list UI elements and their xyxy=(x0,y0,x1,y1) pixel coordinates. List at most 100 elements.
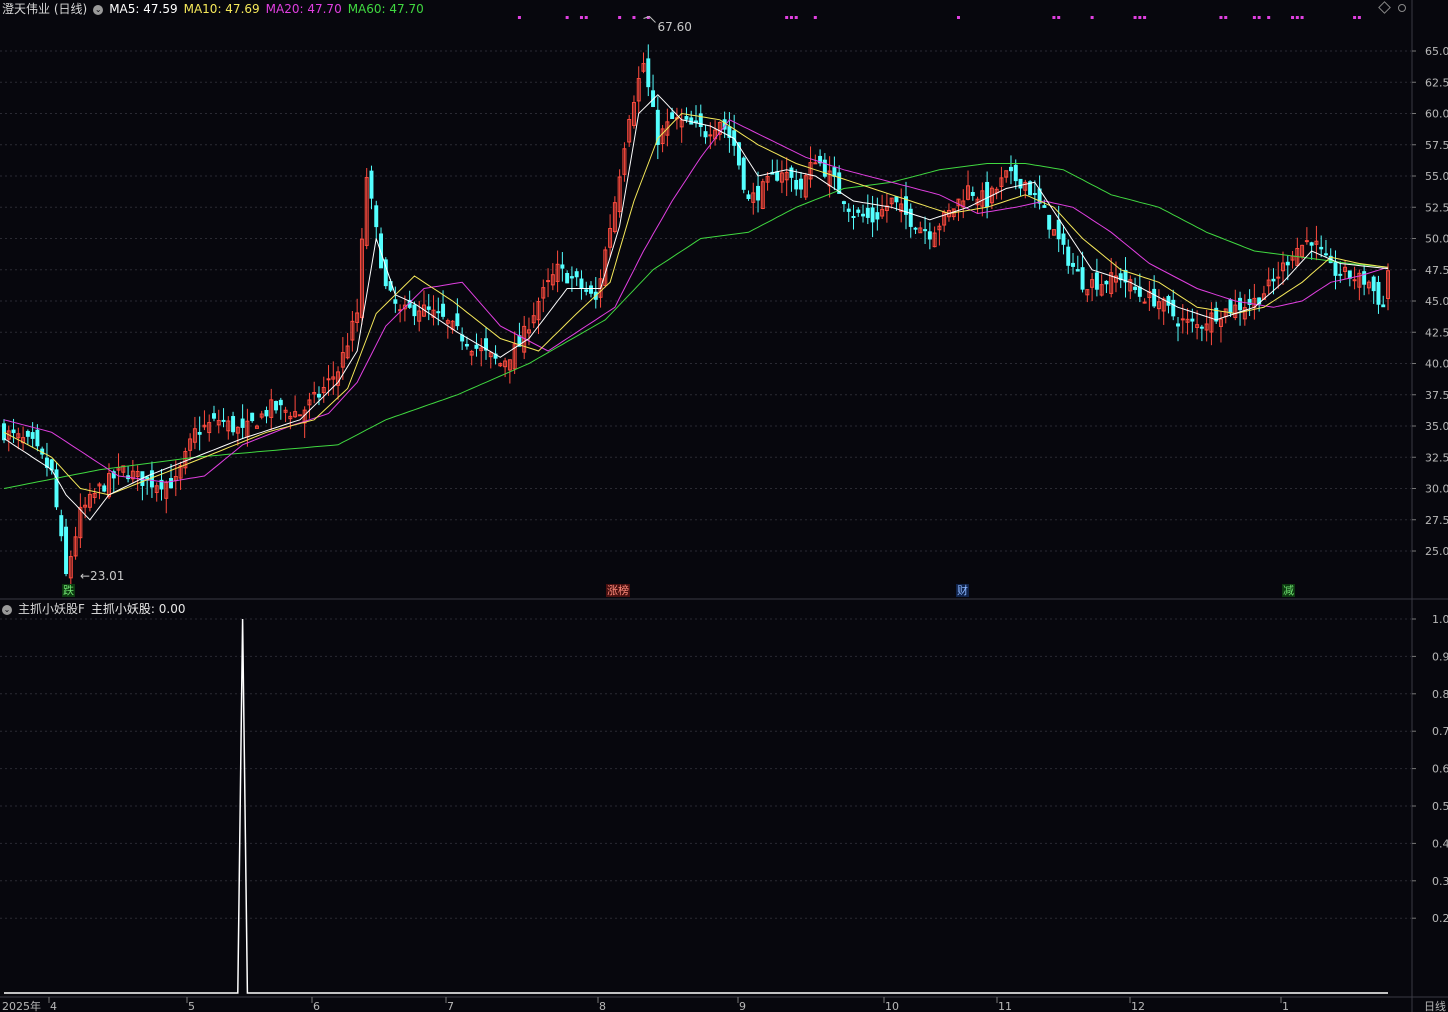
indicator-name[interactable]: 主抓小妖股F xyxy=(18,602,85,616)
candle-body[interactable] xyxy=(1323,253,1328,256)
candle-body[interactable] xyxy=(1094,272,1099,290)
candle-body[interactable] xyxy=(923,229,928,232)
candle-body[interactable] xyxy=(584,289,589,292)
candle-body[interactable] xyxy=(1075,269,1080,272)
candle-body[interactable] xyxy=(474,344,479,349)
candle-body[interactable] xyxy=(756,185,761,201)
candle-body[interactable] xyxy=(703,131,708,138)
candle-body[interactable] xyxy=(464,343,469,347)
candle-body[interactable] xyxy=(35,429,40,447)
candle-body[interactable] xyxy=(455,313,460,327)
candle-body[interactable] xyxy=(1285,261,1290,266)
candle-body[interactable] xyxy=(1276,276,1281,279)
candle-body[interactable] xyxy=(1080,267,1085,290)
circle-toggle-icon[interactable] xyxy=(1398,4,1406,12)
candle-body[interactable] xyxy=(875,212,880,220)
candle-body[interactable] xyxy=(822,159,827,177)
candle-body[interactable] xyxy=(393,299,398,304)
candle-body[interactable] xyxy=(970,191,975,196)
candle-body[interactable] xyxy=(589,285,593,294)
candle-body[interactable] xyxy=(11,429,16,434)
candle-body[interactable] xyxy=(870,207,875,223)
candle-body[interactable] xyxy=(25,430,30,437)
candle-body[interactable] xyxy=(670,112,675,120)
candle-body[interactable] xyxy=(441,303,446,317)
candle-body[interactable] xyxy=(197,431,202,435)
dropdown-icon[interactable]: ⌄ xyxy=(93,4,104,15)
candle-body[interactable] xyxy=(1066,246,1071,266)
candle-body[interactable] xyxy=(1171,299,1176,317)
candle-body[interactable] xyxy=(861,213,866,217)
event-marker-zhangbang[interactable]: 涨榜 xyxy=(606,584,630,597)
candle-body[interactable] xyxy=(1319,246,1324,250)
candle-body[interactable] xyxy=(369,170,374,199)
candle-body[interactable] xyxy=(59,515,64,537)
candle-body[interactable] xyxy=(412,304,417,317)
candle-body[interactable] xyxy=(574,271,579,278)
candle-body[interactable] xyxy=(102,485,107,492)
candle-body[interactable] xyxy=(1032,193,1037,196)
candle-body[interactable] xyxy=(1152,288,1157,307)
candle-body[interactable] xyxy=(64,526,69,575)
candle-body[interactable] xyxy=(316,393,321,398)
candle-body[interactable] xyxy=(1190,318,1195,322)
candle-body[interactable] xyxy=(1376,281,1381,305)
candle-body[interactable] xyxy=(841,201,846,205)
candle-body[interactable] xyxy=(212,413,216,419)
candle-body[interactable] xyxy=(985,181,990,208)
candle-body[interactable] xyxy=(1381,304,1386,308)
candle-body[interactable] xyxy=(708,134,713,137)
candle-body[interactable] xyxy=(374,205,379,228)
candle-body[interactable] xyxy=(169,478,174,489)
candle-body[interactable] xyxy=(1271,278,1276,282)
stock-chart-canvas[interactable]: 65.0 62.5 60.0 57.5 55.0 52.5 50.0 47.5 45.0 42.5… xyxy=(0,0,1448,1012)
candle-body[interactable] xyxy=(1061,233,1066,245)
candle-body[interactable] xyxy=(436,311,441,314)
candle-body[interactable] xyxy=(231,416,236,433)
candle-body[interactable] xyxy=(30,432,35,439)
candle-body[interactable] xyxy=(1228,299,1233,314)
candle-body[interactable] xyxy=(794,179,799,190)
candle-body[interactable] xyxy=(1176,323,1180,327)
candle-body[interactable] xyxy=(1018,178,1023,189)
candle-body[interactable] xyxy=(1304,240,1309,243)
candle-body[interactable] xyxy=(569,276,574,279)
candle-body[interactable] xyxy=(546,280,551,283)
candle-body[interactable] xyxy=(221,419,226,422)
event-marker-cai[interactable]: 财 xyxy=(956,584,969,597)
candle-body[interactable] xyxy=(579,278,584,289)
candle-body[interactable] xyxy=(1199,326,1204,329)
indicator-dropdown-icon[interactable]: ⌄ xyxy=(2,604,12,615)
candle-body[interactable] xyxy=(278,399,283,406)
candle-body[interactable] xyxy=(1371,276,1376,292)
candle-body[interactable] xyxy=(851,215,856,218)
candle-body[interactable] xyxy=(1071,262,1076,267)
candle-body[interactable] xyxy=(741,157,746,190)
candle-body[interactable] xyxy=(832,167,837,177)
candle-body[interactable] xyxy=(1309,242,1314,246)
candle-body[interactable] xyxy=(908,208,913,227)
candle-body[interactable] xyxy=(799,178,803,190)
candle-body[interactable] xyxy=(894,196,899,203)
candle-body[interactable] xyxy=(746,194,751,200)
candle-body[interactable] xyxy=(813,162,818,165)
candle-body[interactable] xyxy=(1333,262,1338,276)
candle-body[interactable] xyxy=(250,412,255,422)
candle-body[interactable] xyxy=(846,208,851,212)
candle-body[interactable] xyxy=(1347,270,1352,279)
candle-body[interactable] xyxy=(1056,219,1061,240)
candle-body[interactable] xyxy=(1338,273,1343,276)
candle-body[interactable] xyxy=(1166,296,1171,306)
candle-body[interactable] xyxy=(1362,271,1367,285)
candle-body[interactable] xyxy=(775,171,780,181)
candle-body[interactable] xyxy=(1008,166,1013,172)
candle-body[interactable] xyxy=(1013,164,1018,182)
candle-body[interactable] xyxy=(1238,297,1243,311)
candle-body[interactable] xyxy=(1142,301,1147,304)
candle-body[interactable] xyxy=(1042,205,1047,208)
candle-body[interactable] xyxy=(927,231,932,240)
candle-body[interactable] xyxy=(1137,286,1142,297)
candle-body[interactable] xyxy=(1352,279,1357,282)
stock-name-label[interactable]: 澄天伟业 (日线) xyxy=(2,2,87,16)
candle-body[interactable] xyxy=(297,414,302,417)
